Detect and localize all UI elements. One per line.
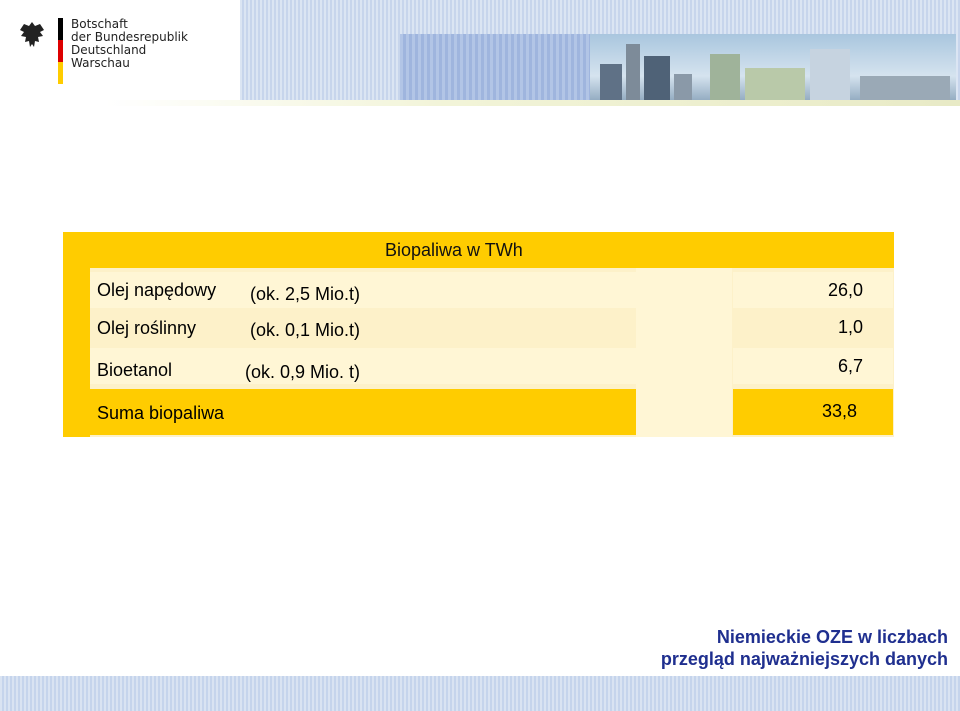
value-cell-total: 33,8 <box>733 389 893 435</box>
table-left-accent <box>63 268 90 437</box>
row-label: Olej roślinny <box>97 318 197 338</box>
table-row: Olej napędowy (ok. 2,5 Mio.t) <box>90 272 636 308</box>
row-value: 6,7 <box>837 356 863 376</box>
city-skyline-image <box>590 34 956 104</box>
table-row: Bioetanol (ok. 0,9 Mio. t) <box>90 348 636 384</box>
embassy-name: Botschaft der Bundesrepublik Deutschland… <box>71 18 248 70</box>
org-line-2: der Bundesrepublik Deutschland <box>71 30 188 57</box>
row-value: 26,0 <box>827 280 863 300</box>
table-middle-column <box>636 268 732 437</box>
row-note: (ok. 0,1 Mio.t) <box>250 320 361 340</box>
row-label: Suma biopaliwa <box>97 403 225 423</box>
biofuel-table: Biopaliwa w TWh Olej napędowy (ok. 2,5 M… <box>63 232 894 437</box>
row-label: Olej napędowy <box>97 280 217 300</box>
footer-title: Niemieckie OZE w liczbach przegląd najwa… <box>661 626 948 670</box>
value-cell: 6,7 <box>733 348 893 384</box>
embassy-logo: Botschaft der Bundesrepublik Deutschland… <box>18 18 248 88</box>
footer-title-line-1: Niemieckie OZE w liczbach <box>716 627 948 647</box>
value-cell: 26,0 <box>733 272 893 308</box>
row-value: 33,8 <box>821 401 857 421</box>
federal-eagle-icon <box>20 22 44 47</box>
row-note: (ok. 0,9 Mio. t) <box>245 362 361 382</box>
footer-stripe-band <box>0 676 960 711</box>
org-line-3: Warschau <box>71 56 130 70</box>
table-title: Biopaliwa w TWh <box>385 240 523 260</box>
header-stripe-inner <box>400 34 590 104</box>
value-cell: 1,0 <box>733 309 893 345</box>
table-title-bar: Biopaliwa w TWh <box>63 232 894 268</box>
german-flag-bar <box>58 18 63 84</box>
row-value: 1,0 <box>837 317 863 337</box>
row-label: Bioetanol <box>97 360 173 380</box>
row-note: (ok. 2,5 Mio.t) <box>250 284 361 304</box>
table-row: Olej roślinny (ok. 0,1 Mio.t) <box>90 309 636 345</box>
footer-title-line-2: przegląd najważniejszych danych <box>660 649 948 669</box>
header-underline <box>105 100 960 106</box>
table-row-total: Suma biopaliwa <box>90 389 636 435</box>
